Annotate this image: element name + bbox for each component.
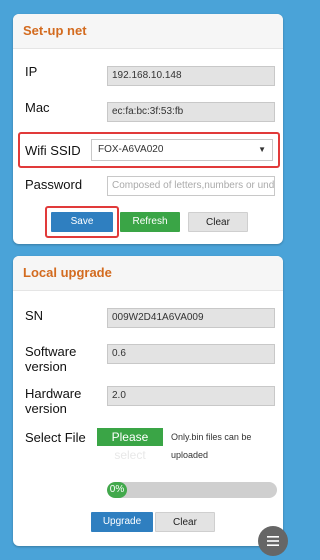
refresh-button[interactable]: Refresh <box>120 212 180 232</box>
file-type-note-line2: uploaded <box>171 450 209 460</box>
hardware-version-label-line2: version <box>25 401 67 416</box>
upload-progress-bar: 0% <box>107 482 277 498</box>
software-version-field[interactable]: 0.6 <box>107 344 275 364</box>
dropdown-arrow-icon: ▼ <box>258 145 266 154</box>
sn-label: SN <box>25 308 44 323</box>
ip-label: IP <box>25 64 38 79</box>
mac-field[interactable]: ec:fa:bc:3f:53:fb <box>107 102 275 122</box>
ip-field[interactable]: 192.168.10.148 <box>107 66 275 86</box>
clear-network-button[interactable]: Clear <box>188 212 248 232</box>
select-file-button-line1: Please <box>97 428 163 446</box>
password-label: Password <box>25 177 83 192</box>
hardware-version-field[interactable]: 2.0 <box>107 386 275 406</box>
upgrade-button[interactable]: Upgrade <box>91 512 153 532</box>
select-file-label: Select File <box>25 430 86 445</box>
hardware-version-label-line1: Hardware <box>25 386 82 401</box>
file-type-note: Only.bin files can be uploaded <box>171 428 251 464</box>
software-version-label-line2: version <box>25 359 67 374</box>
save-button[interactable]: Save <box>51 212 113 232</box>
menu-fab-button[interactable] <box>258 526 288 556</box>
setup-net-card: Set-up net IP 192.168.10.148 Mac ec:fa:b… <box>13 14 283 244</box>
setup-net-title: Set-up net <box>13 14 283 49</box>
mac-label: Mac <box>25 100 50 115</box>
upload-progress-fill: 0% <box>107 482 127 498</box>
local-upgrade-title: Local upgrade <box>13 256 283 291</box>
wifi-ssid-value: FOX-A6VA020 <box>98 144 164 155</box>
select-file-button[interactable]: Please select <box>97 428 163 464</box>
file-type-note-line1: Only.bin files can be <box>171 432 252 442</box>
local-upgrade-card: Local upgrade SN 009W2D41A6VA009 Softwar… <box>13 256 283 546</box>
clear-upgrade-button[interactable]: Clear <box>155 512 215 532</box>
menu-icon <box>267 536 279 546</box>
hardware-version-label: Hardware version <box>25 386 81 416</box>
wifi-ssid-select[interactable]: FOX-A6VA020 ▼ <box>91 139 273 161</box>
sn-field[interactable]: 009W2D41A6VA009 <box>107 308 275 328</box>
software-version-label-line1: Software <box>25 344 77 359</box>
wifi-ssid-label: Wifi SSID <box>25 143 81 158</box>
password-input[interactable]: Composed of letters,numbers or unde <box>107 176 275 196</box>
select-file-button-line2: select <box>114 448 146 462</box>
software-version-label: Software version <box>25 344 76 374</box>
